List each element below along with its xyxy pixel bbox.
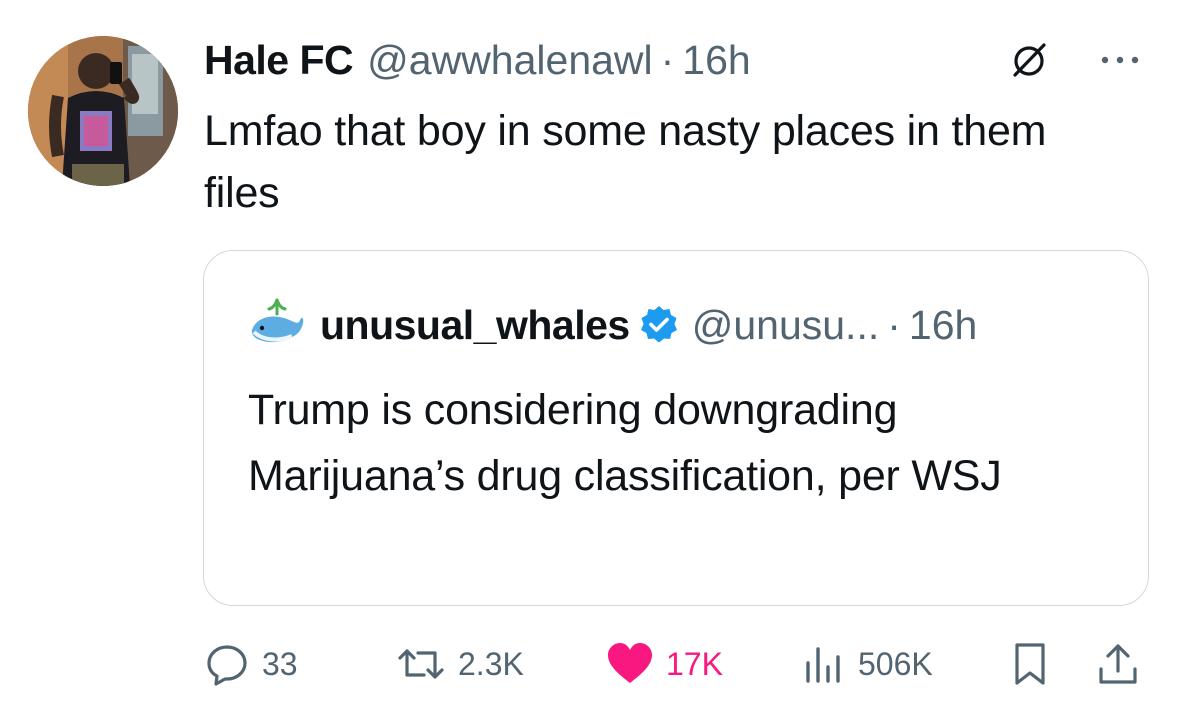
views-button[interactable]: 506K xyxy=(802,636,933,692)
quoted-tweet-header: unusual_whales @unusu... · 16h xyxy=(248,295,977,355)
share-upload-icon xyxy=(1099,644,1137,684)
bookmark-button[interactable] xyxy=(1010,636,1050,692)
bookmark-icon xyxy=(1015,643,1045,685)
whale-emoji-avatar-icon[interactable] xyxy=(248,296,306,354)
repost-icon xyxy=(398,649,444,679)
separator-dot: · xyxy=(660,36,675,83)
tweet-text: Lmfao that boy in some nasty places in t… xyxy=(204,107,1047,217)
heart-icon xyxy=(608,643,652,683)
user-handle[interactable]: @awwhalenawl xyxy=(367,37,652,84)
reply-count: 33 xyxy=(262,645,298,682)
quoted-timestamp[interactable]: 16h xyxy=(909,302,977,349)
like-count: 17K xyxy=(666,645,723,682)
grok-icon[interactable] xyxy=(1010,42,1048,80)
more-horizontal-icon[interactable] xyxy=(1098,50,1142,70)
avatar[interactable] xyxy=(28,36,178,186)
analytics-bars-icon xyxy=(806,647,840,683)
share-button[interactable] xyxy=(1096,636,1140,692)
user-photo-icon xyxy=(28,36,178,186)
quoted-separator-dot: · xyxy=(887,301,901,348)
action-bar: 33 2.3K 17K 506K xyxy=(204,636,1154,692)
timestamp[interactable]: 16h xyxy=(682,37,750,84)
quoted-user-handle[interactable]: @unusu... xyxy=(692,302,880,349)
reply-icon xyxy=(207,645,247,686)
repost-count: 2.3K xyxy=(458,645,524,682)
quoted-display-name[interactable]: unusual_whales xyxy=(320,302,630,349)
display-name[interactable]: Hale FC xyxy=(204,37,354,84)
tweet: Hale FC @awwhalenawl · 16h Lmfao that bo… xyxy=(0,0,1179,718)
quoted-tweet-card[interactable]: unusual_whales @unusu... · 16h Trump is … xyxy=(203,250,1149,606)
reply-button[interactable]: 33 xyxy=(204,636,298,692)
like-button[interactable]: 17K xyxy=(606,636,723,692)
view-count: 506K xyxy=(858,645,933,682)
repost-button[interactable]: 2.3K xyxy=(396,636,524,692)
quoted-tweet-text: Trump is considering downgrading Marijua… xyxy=(248,386,1002,500)
verified-badge-icon[interactable] xyxy=(638,304,680,346)
